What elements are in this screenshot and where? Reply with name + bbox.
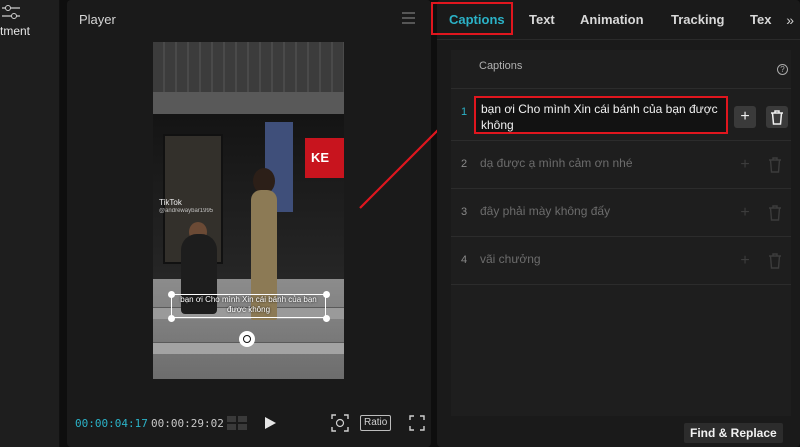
resize-handle[interactable]: [168, 315, 175, 322]
video-ceiling: [153, 42, 344, 92]
tab-bar: Captions Text Animation Tracking Tex »: [431, 0, 800, 40]
caption-index: 3: [461, 206, 468, 218]
timeline-grid-icon[interactable]: [227, 416, 247, 430]
resize-handle[interactable]: [323, 315, 330, 322]
captions-header: Captions: [479, 60, 523, 72]
trash-icon[interactable]: [767, 204, 783, 222]
scan-icon[interactable]: [331, 414, 349, 432]
rotate-icon[interactable]: [239, 331, 255, 347]
caption-text[interactable]: vãi chưởng: [480, 252, 541, 266]
tab-animation[interactable]: Animation: [580, 12, 644, 27]
help-icon[interactable]: ?: [777, 64, 788, 75]
add-caption-icon[interactable]: +: [735, 251, 755, 271]
caption-overlay-text[interactable]: bạn ơi Cho mình Xin cái bánh của bạn đượ…: [171, 295, 326, 315]
caption-index: 1: [461, 106, 468, 118]
caption-index: 2: [461, 158, 468, 170]
player-title: Player: [79, 12, 116, 27]
caption-text[interactable]: đây phải mày không đấy: [480, 204, 610, 218]
list-divider: [451, 284, 791, 285]
caption-index: 4: [461, 254, 468, 266]
add-caption-button[interactable]: +: [734, 106, 756, 128]
tabs-more-icon[interactable]: »: [786, 12, 794, 28]
menu-icon[interactable]: [402, 12, 415, 24]
app-window: tment Player KE TikTok @andrewaybar1995: [0, 0, 800, 447]
add-caption-icon[interactable]: +: [735, 203, 755, 223]
caption-row[interactable]: 3 đây phải mày không đấy +: [451, 188, 791, 236]
trash-icon[interactable]: [767, 156, 783, 174]
delete-caption-button[interactable]: [766, 106, 788, 128]
find-replace-button[interactable]: Find & Replace: [684, 423, 783, 443]
total-time: 00:00:29:02: [151, 417, 224, 430]
caption-text[interactable]: dạ được ạ mình cảm ơn nhé: [480, 156, 633, 170]
adjustment-label[interactable]: tment: [0, 24, 30, 38]
left-panel: tment: [0, 0, 60, 447]
tab-captions[interactable]: Captions: [449, 12, 505, 27]
captions-panel: Captions Text Animation Tracking Tex » C…: [431, 0, 800, 447]
ratio-button[interactable]: Ratio: [360, 415, 392, 431]
caption-row[interactable]: 4 vãi chưởng +: [451, 236, 791, 284]
caption-row[interactable]: 2 dạ được ạ mình cảm ơn nhé +: [451, 140, 791, 188]
tiktok-handle: @andrewaybar1995: [159, 208, 214, 214]
tab-text[interactable]: Text: [529, 12, 555, 27]
player-panel: Player KE TikTok @andrewaybar1995 bạn ơi…: [67, 0, 431, 447]
tab-text-overflow[interactable]: Tex: [750, 12, 771, 27]
add-caption-icon[interactable]: +: [735, 155, 755, 175]
adjustment-icon[interactable]: [2, 4, 20, 20]
current-time: 00:00:04:17: [75, 417, 148, 430]
video-preview[interactable]: KE TikTok @andrewaybar1995 bạn ơi Cho mì…: [153, 42, 344, 379]
tab-tracking[interactable]: Tracking: [671, 12, 724, 27]
play-icon[interactable]: [263, 416, 277, 430]
caption-edit-field[interactable]: bạn ơi Cho mình Xin cái bánh của bạn đượ…: [474, 96, 728, 134]
video-awning: [153, 92, 344, 114]
trash-icon: [771, 110, 783, 125]
trash-icon[interactable]: [767, 252, 783, 270]
tiktok-watermark: TikTok: [159, 198, 182, 207]
store-sign-text: KE: [311, 150, 330, 165]
fullscreen-icon[interactable]: [409, 415, 425, 431]
